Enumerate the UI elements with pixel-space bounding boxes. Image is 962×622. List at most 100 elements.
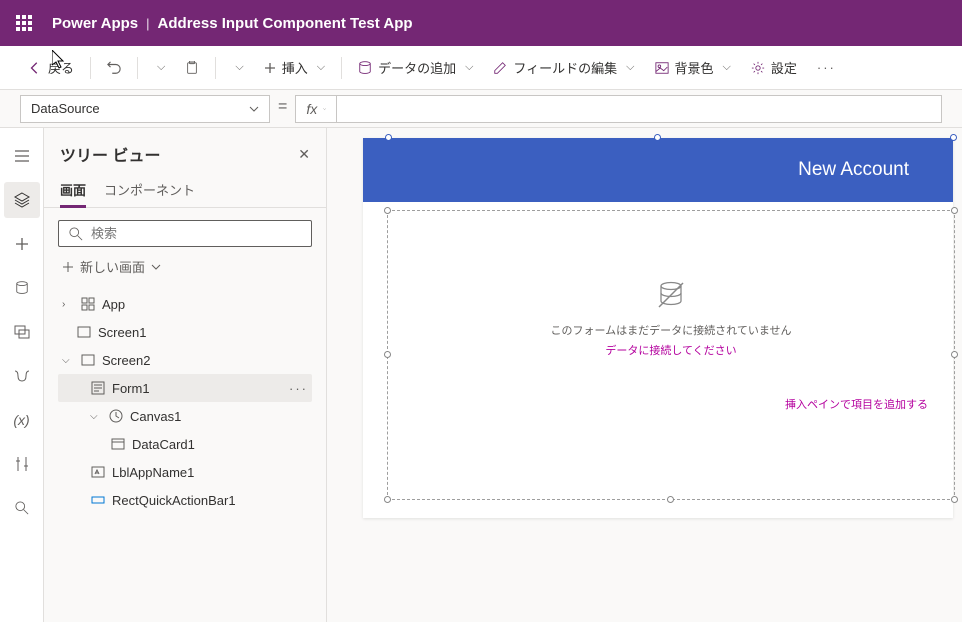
add-data-label: データの追加 [378,58,456,77]
divider [215,57,216,79]
tree-label: Screen2 [102,353,150,368]
fx-button[interactable]: fx [295,95,337,123]
undo-dropdown[interactable] [146,57,173,78]
tree-item-lblappname1[interactable]: LblAppName1 [58,458,312,486]
tools-icon [15,456,29,472]
form-icon [90,380,106,396]
search-icon [69,227,83,241]
canvas-screen[interactable]: New Account このフォームはまだデータに接続されていません データに接… [363,138,953,518]
selection-handle[interactable] [654,134,661,141]
canvas-area[interactable]: New Account このフォームはまだデータに接続されていません データに接… [327,128,962,622]
tree-item-form1[interactable]: Form1 ··· [58,374,312,402]
form-selection[interactable]: このフォームはまだデータに接続されていません データに接続してください 挿入ペイ… [387,210,955,500]
rect-icon [90,492,106,508]
hamburger-icon [14,148,30,164]
selection-handle[interactable] [384,207,391,214]
tree-label: RectQuickActionBar1 [112,493,236,508]
rail-data[interactable] [4,270,40,306]
paste-button[interactable] [177,57,207,79]
layers-icon [14,192,30,208]
selection-handle[interactable] [667,496,674,503]
tree-item-canvas1[interactable]: ⌵Canvas1 [58,402,312,430]
tree-label: DataCard1 [132,437,195,452]
tree-title: ツリー ビュー [60,142,160,166]
edit-fields-button[interactable]: フィールドの編集 [485,54,642,81]
divider [341,57,342,79]
database-slash-icon [655,281,687,309]
more-button[interactable]: ··· [809,56,844,79]
tree-search[interactable] [58,220,312,247]
selection-handle[interactable] [951,496,958,503]
product-name: Power Apps [52,15,138,32]
plus-icon [15,237,29,251]
tree-item-datacard1[interactable]: DataCard1 [58,430,312,458]
equals-sign: = [278,98,287,120]
property-value: DataSource [31,101,100,116]
selection-handle[interactable] [384,351,391,358]
tree-item-screen1[interactable]: Screen1 [58,318,312,346]
rail-insert[interactable] [4,226,40,262]
tree-item-app[interactable]: ›App [58,290,312,318]
tree-list: ›App Screen1 ⌵Screen2 Form1··· ⌵Canvas1 … [58,290,312,514]
flow-icon [14,369,30,383]
rail-hamburger[interactable] [4,138,40,174]
search-icon [15,501,29,515]
formula-bar: DataSource = fx [0,90,962,128]
insert-pane-link[interactable]: 挿入ペインで項目を追加する [388,396,954,412]
app-icon [80,296,96,312]
background-label: 背景色 [675,58,714,77]
selection-handle[interactable] [951,207,958,214]
add-data-button[interactable]: データの追加 [350,54,481,81]
background-button[interactable]: 背景色 [647,54,739,81]
tree-view-panel: ツリー ビュー ✕ 画面 コンポーネント 新しい画面 ›App Screen1 … [44,128,327,622]
undo-button[interactable] [99,57,129,79]
rail-tree-view[interactable] [4,182,40,218]
tree-label: LblAppName1 [112,465,194,480]
screen-icon [80,352,96,368]
component-icon [108,408,124,424]
more-icon[interactable]: ··· [289,381,308,396]
rail-media[interactable] [4,314,40,350]
property-selector[interactable]: DataSource [20,95,270,123]
rail-tools[interactable] [4,446,40,482]
tree-label: App [102,297,125,312]
tab-components[interactable]: コンポーネント [104,174,195,207]
label-icon [90,464,106,480]
edit-fields-label: フィールドの編集 [513,58,617,77]
media-icon [14,325,30,339]
header-separator: | [146,16,149,31]
plus-icon [62,261,74,273]
tree-item-screen2[interactable]: ⌵Screen2 [58,346,312,374]
paste-dropdown[interactable] [224,57,251,78]
form-empty-state: このフォームはまだデータに接続されていません データに接続してください 挿入ペイ… [388,211,954,412]
chevron-down-icon [323,105,326,113]
app-header: Power Apps | Address Input Component Tes… [0,0,962,46]
search-input[interactable] [91,226,301,241]
insert-button[interactable]: 挿入 [256,54,333,81]
back-button[interactable]: 戻る [20,54,82,81]
canvas-header-bar[interactable]: New Account [363,138,953,202]
rail-search[interactable] [4,490,40,526]
selection-handle[interactable] [384,496,391,503]
tab-screens[interactable]: 画面 [60,174,86,208]
connect-data-link[interactable]: データに接続してください [388,342,954,358]
tree-label: Form1 [112,381,150,396]
formula-input[interactable] [337,95,942,123]
left-rail: (x) [0,128,44,622]
selection-handle[interactable] [385,134,392,141]
new-screen-button[interactable]: 新しい画面 [58,247,312,286]
rail-variables[interactable]: (x) [4,402,40,438]
settings-button[interactable]: 設定 [743,54,805,81]
pencil-icon [493,61,507,75]
selection-handle[interactable] [951,351,958,358]
divider [90,57,91,79]
canvas-header-title: New Account [798,159,909,181]
tree-item-rectquick[interactable]: RectQuickActionBar1 [58,486,312,514]
image-icon [655,61,669,75]
close-icon[interactable]: ✕ [298,146,310,163]
waffle-menu-icon[interactable] [8,7,40,39]
fx-label: fx [306,101,317,117]
new-screen-label: 新しい画面 [80,257,145,276]
rail-advanced[interactable] [4,358,40,394]
selection-handle[interactable] [950,134,957,141]
